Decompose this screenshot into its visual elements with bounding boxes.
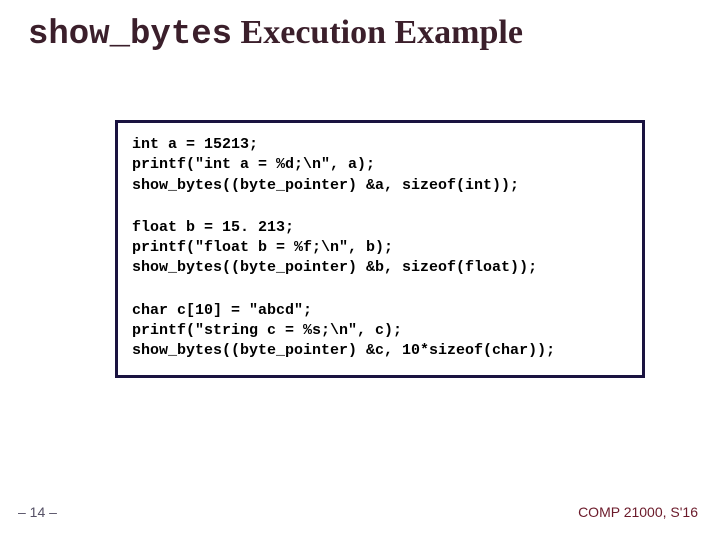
slide-title: show_bytes Execution Example xyxy=(28,14,523,54)
code-block-2: float b = 15. 213; printf("float b = %f;… xyxy=(132,218,628,279)
page-number: – 14 – xyxy=(18,504,57,520)
title-code-word: show_bytes xyxy=(28,16,232,54)
course-tag: COMP 21000, S'16 xyxy=(578,504,698,520)
code-block-3: char c[10] = "abcd"; printf("string c = … xyxy=(132,301,628,362)
code-block-1: int a = 15213; printf("int a = %d;\n", a… xyxy=(132,135,628,196)
code-box: int a = 15213; printf("int a = %d;\n", a… xyxy=(115,120,645,378)
code-gap xyxy=(132,279,628,301)
slide: show_bytes Execution Example int a = 152… xyxy=(0,0,720,540)
title-rest: Execution Example xyxy=(232,14,523,51)
code-gap xyxy=(132,196,628,218)
